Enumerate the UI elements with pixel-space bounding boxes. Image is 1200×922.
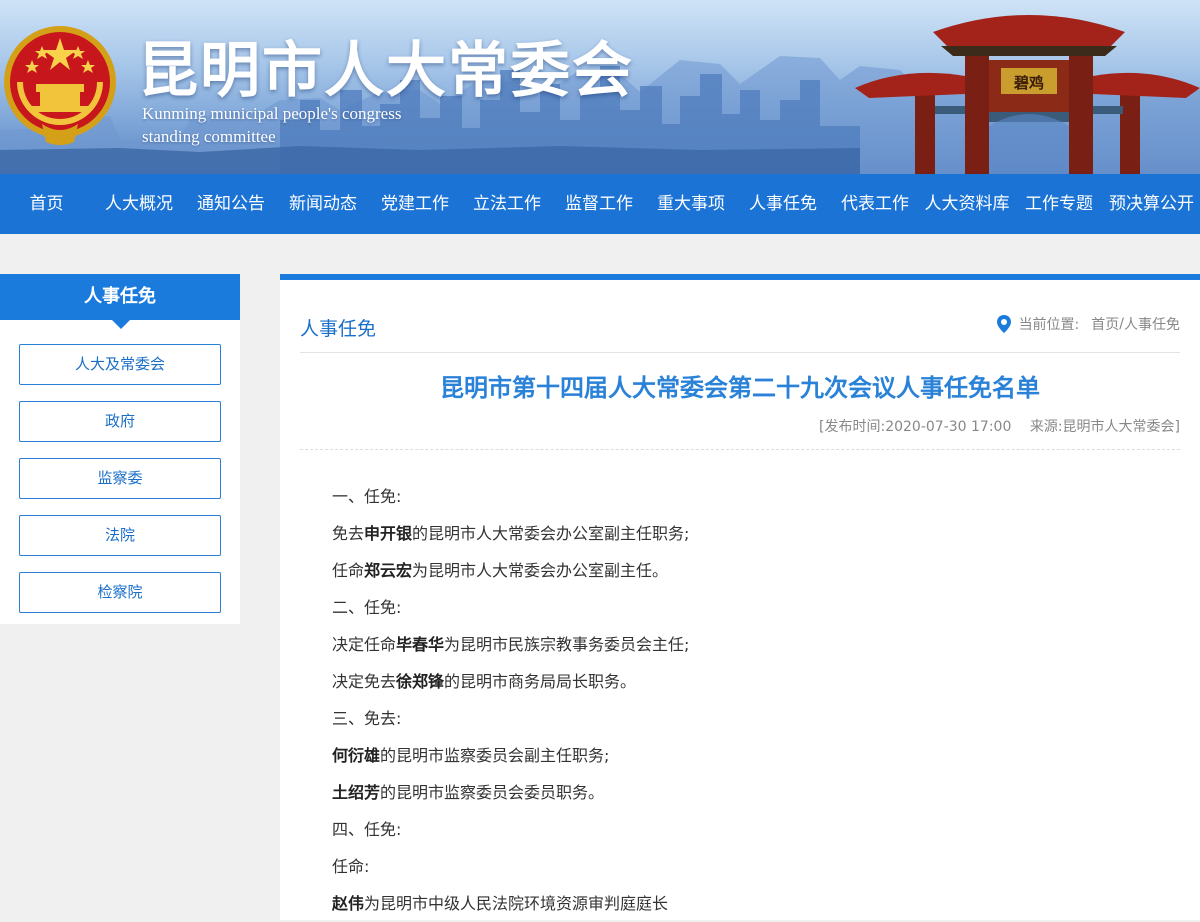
section-title: 人事任免 bbox=[300, 318, 377, 340]
sidebar-item-congress[interactable]: 人大及常委会 bbox=[19, 344, 221, 385]
site-subtitle: Kunming municipal people's congress stan… bbox=[142, 102, 401, 148]
sidebar-item-procuratorate[interactable]: 检察院 bbox=[19, 572, 221, 613]
article-meta: [发布时间:2020-07-30 17:00 来源:昆明市人大常委会] bbox=[819, 419, 1180, 435]
nav-item-legislation[interactable]: 立法工作 bbox=[461, 174, 553, 234]
nav-item-major-matters[interactable]: 重大事项 bbox=[645, 174, 737, 234]
location-pin-icon bbox=[996, 315, 1011, 333]
article-body: 一、任免: 免去申开银的昆明市人大常委会办公室副主任职务; 任命郑云宏为昆明市人… bbox=[332, 478, 1170, 922]
article-paragraph: 土绍芳的昆明市监察委员会委员职务。 bbox=[332, 783, 605, 802]
sidebar-item-court[interactable]: 法院 bbox=[19, 515, 221, 556]
article-paragraph: 决定任命毕春华为昆明市民族宗教事务委员会主任; bbox=[332, 635, 690, 654]
sidebar-title: 人事任免 bbox=[84, 286, 156, 307]
article-paragraph: 四、任免: bbox=[332, 820, 402, 839]
article-paragraph: 免去申开银的昆明市人大常委会办公室副主任职务; bbox=[332, 524, 690, 543]
article-panel: 人事任免 当前位置: 首页 / 人事任免 昆明市第十四届人大常委会第二十九次会议… bbox=[280, 274, 1200, 920]
sidebar-item-government[interactable]: 政府 bbox=[19, 401, 221, 442]
article-paragraph: 决定免去徐郑锋的昆明市商务局局长职务。 bbox=[332, 672, 637, 691]
jinma-biji-archway-image: 碧鸡 bbox=[855, 15, 1200, 174]
nav-item-deputies[interactable]: 代表工作 bbox=[829, 174, 921, 234]
header-banner: 昆明市人大常委会 Kunming municipal people's cong… bbox=[0, 0, 1200, 174]
article-paragraph: 任命郑云宏为昆明市人大常委会办公室副主任。 bbox=[332, 561, 669, 580]
site-subtitle-line2: standing committee bbox=[142, 127, 276, 146]
nav-item-notices[interactable]: 通知公告 bbox=[185, 174, 277, 234]
breadcrumb-current-link[interactable]: 人事任免 bbox=[1124, 314, 1180, 334]
nav-item-home[interactable]: 首页 bbox=[0, 174, 93, 234]
article-paragraph: 三、免去: bbox=[332, 709, 402, 728]
nav-item-overview[interactable]: 人大概况 bbox=[93, 174, 185, 234]
nav-item-news[interactable]: 新闻动态 bbox=[277, 174, 369, 234]
sidebar: 人事任免 人大及常委会 政府 监察委 法院 检察院 bbox=[0, 274, 240, 624]
breadcrumb: 当前位置: 首页 / 人事任免 bbox=[996, 314, 1180, 334]
breadcrumb-home-link[interactable]: 首页 bbox=[1091, 314, 1119, 334]
main-area: 人事任免 人大及常委会 政府 监察委 法院 检察院 人事任免 当前位置: 首页 … bbox=[0, 234, 1200, 920]
article-paragraph: 一、任免: bbox=[332, 487, 402, 506]
nav-item-appointments[interactable]: 人事任免 bbox=[737, 174, 829, 234]
archway-plaque: 碧鸡 bbox=[1013, 74, 1044, 92]
sidebar-item-supervisory[interactable]: 监察委 bbox=[19, 458, 221, 499]
sidebar-pointer bbox=[112, 320, 130, 329]
site-subtitle-line1: Kunming municipal people's congress bbox=[142, 104, 402, 123]
national-emblem bbox=[4, 26, 116, 145]
nav-item-supervision[interactable]: 监督工作 bbox=[553, 174, 645, 234]
site-title: 昆明市人大常委会 bbox=[138, 36, 634, 106]
article-paragraph: 任命: bbox=[332, 857, 370, 876]
article-paragraph: 赵伟为昆明市中级人民法院环境资源审判庭庭长 bbox=[332, 894, 669, 913]
nav-item-budget[interactable]: 预决算公开 bbox=[1105, 174, 1198, 234]
article-title: 昆明市第十四届人大常委会第二十九次会议人事任免名单 bbox=[440, 374, 1040, 402]
breadcrumb-row: 人事任免 当前位置: 首页 / 人事任免 bbox=[300, 300, 1180, 353]
article-paragraph: 二、任免: bbox=[332, 598, 402, 617]
main-nav: 首页 人大概况 通知公告 新闻动态 党建工作 立法工作 监督工作 重大事项 人事… bbox=[0, 174, 1200, 234]
sidebar-list: 人大及常委会 政府 监察委 法院 检察院 bbox=[0, 320, 240, 613]
meta-divider bbox=[300, 449, 1180, 450]
nav-item-library[interactable]: 人大资料库 bbox=[921, 174, 1013, 234]
article-paragraph: 何衍雄的昆明市监察委员会副主任职务; bbox=[332, 746, 610, 765]
nav-item-party[interactable]: 党建工作 bbox=[369, 174, 461, 234]
nav-item-topics[interactable]: 工作专题 bbox=[1013, 174, 1105, 234]
sidebar-header: 人事任免 bbox=[0, 274, 240, 329]
breadcrumb-label: 当前位置: bbox=[1018, 317, 1080, 333]
